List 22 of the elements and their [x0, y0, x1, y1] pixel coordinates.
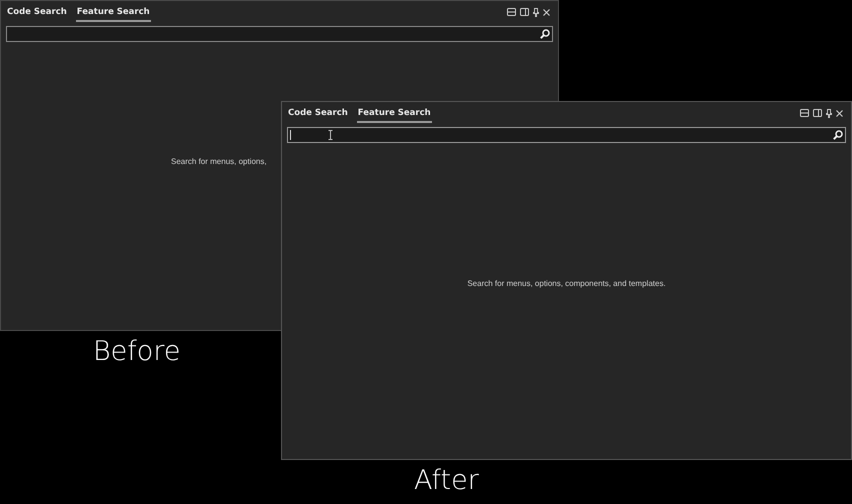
text-caret [290, 130, 291, 140]
pin-icon[interactable] [533, 8, 539, 16]
split-horizontal-icon[interactable] [507, 8, 516, 16]
tab[interactable]: Code Search [287, 106, 349, 122]
caption: After [414, 465, 479, 496]
tab[interactable]: Feature Search [356, 106, 432, 122]
caption: Before [93, 336, 180, 367]
split-vertical-icon[interactable] [813, 109, 822, 117]
search-icon[interactable] [540, 29, 550, 39]
search-icon[interactable] [833, 130, 843, 140]
pin-icon[interactable] [826, 108, 832, 118]
tab[interactable]: Feature Search [76, 4, 151, 22]
empty-state-hint: Search for menus, options, components, and templates. [467, 278, 666, 288]
tab[interactable]: Code Search [6, 4, 68, 22]
search-field[interactable] [6, 26, 553, 42]
search-field[interactable] [287, 127, 846, 143]
empty-state-hint: Search for menus, options, [171, 156, 267, 166]
close-icon[interactable] [543, 8, 550, 16]
split-horizontal-icon[interactable] [800, 109, 809, 117]
text-cursor-icon [328, 130, 333, 140]
close-icon[interactable] [836, 110, 843, 116]
split-vertical-icon[interactable] [520, 8, 529, 16]
